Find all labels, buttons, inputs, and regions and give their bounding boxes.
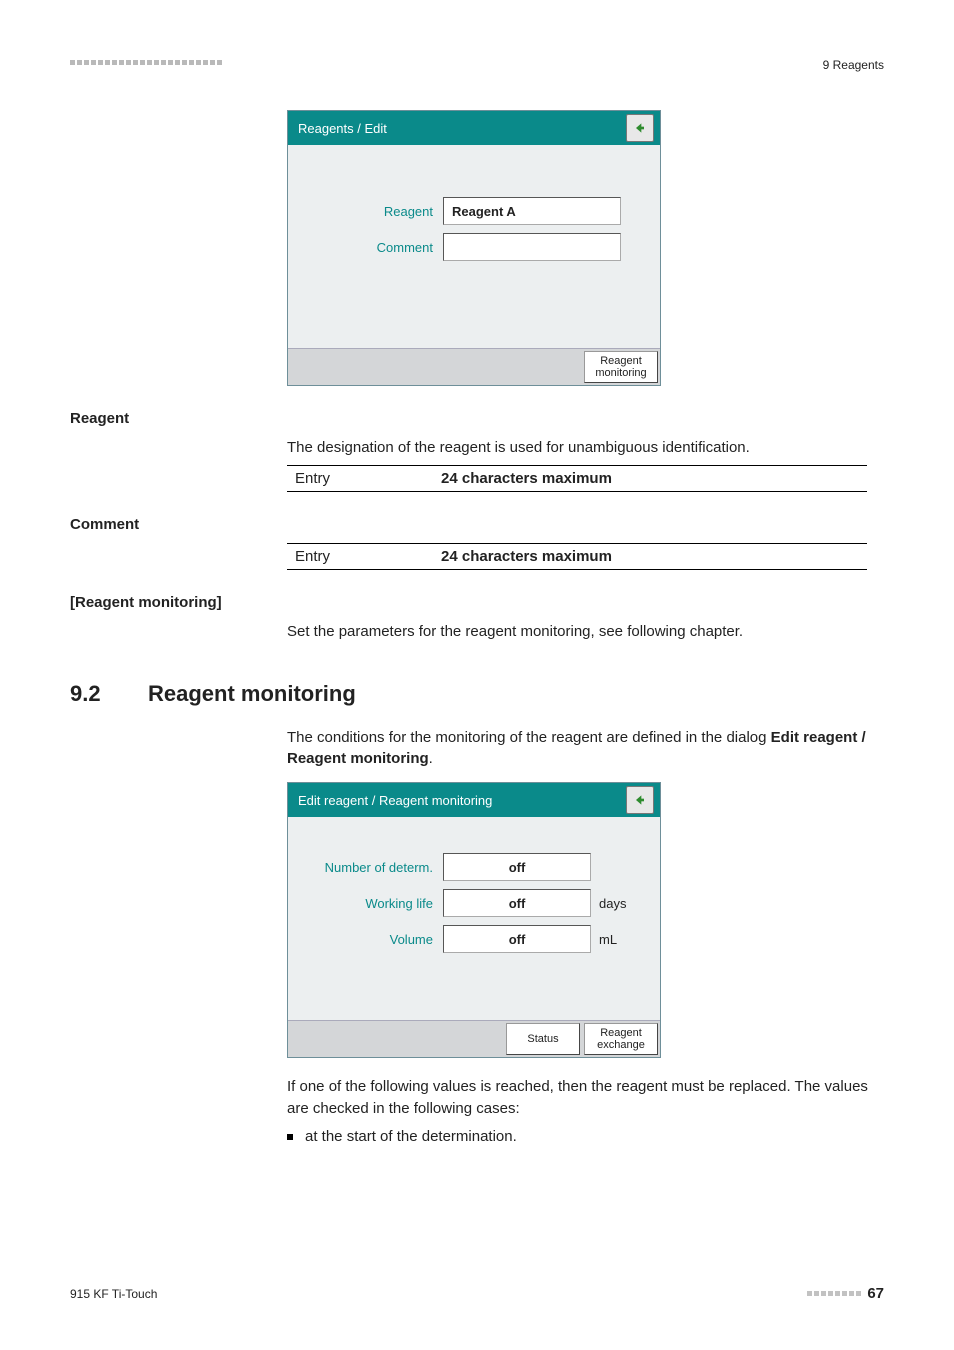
bullet-list: at the start of the determination. [287,1126,884,1149]
section-9-2-end: . [429,750,433,767]
comment-field-label: Comment [298,240,443,255]
entry-value: 24 characters maximum [433,465,867,491]
reagent-heading: Reagent [70,410,884,427]
dialog2-titlebar: Edit reagent / Reagent monitoring [288,783,660,817]
comment-heading: Comment [70,516,884,533]
list-item: at the start of the determination. [287,1126,884,1149]
reagent-field-value: Reagent A [452,204,516,219]
entry-label-2: Entry [287,543,433,569]
running-header: 9 Reagents [823,58,884,72]
reagent-monitoring-description: Set the parameters for the reagent monit… [287,621,884,643]
volume-unit: mL [599,932,617,947]
back-arrow-icon [632,792,648,808]
reagent-monitoring-button[interactable]: Reagent monitoring [584,351,658,383]
working-life-label: Working life [298,896,443,911]
dialog2-body: Number of determ. off Working life off d… [288,817,660,1020]
working-life-value: off [509,896,526,911]
status-button-label: Status [527,1033,558,1045]
section-number: 9.2 [70,681,148,707]
comment-field[interactable] [443,233,621,261]
footer-left: 915 KF Ti-Touch [70,1287,157,1301]
number-determ-field[interactable]: off [443,853,591,881]
after-dialog-para: If one of the following values is reache… [287,1076,884,1120]
section-9-2-para: The conditions for the monitoring of the… [287,727,884,771]
section-title: Reagent monitoring [148,681,356,706]
working-life-unit: days [599,896,626,911]
dialog-titlebar: Reagents / Edit [288,111,660,145]
section-9-2-heading: 9.2Reagent monitoring [70,681,884,707]
volume-value: off [509,932,526,947]
dialog-title: Reagents / Edit [298,121,387,136]
entry-value-2: 24 characters maximum [433,543,867,569]
reagent-exchange-button-label: Reagent exchange [585,1027,657,1051]
number-determ-label: Number of determ. [298,860,443,875]
entry-label: Entry [287,465,433,491]
number-determ-value: off [509,860,526,875]
reagent-entry-table: Entry24 characters maximum [287,465,867,492]
reagent-description: The designation of the reagent is used f… [287,437,884,459]
reagent-exchange-button[interactable]: Reagent exchange [584,1023,658,1055]
section-9-2-text: The conditions for the monitoring of the… [287,729,771,746]
dialog-body: Reagent Reagent A Comment [288,145,660,348]
volume-field[interactable]: off [443,925,591,953]
back-arrow-icon [632,120,648,136]
dialog-footer: Reagent monitoring [288,348,660,385]
reagent-field-label: Reagent [298,204,443,219]
back-button-2[interactable] [626,786,654,814]
reagents-edit-dialog: Reagents / Edit Reagent Reagent A Commen… [287,110,661,386]
dialog2-footer: Status Reagent exchange [288,1020,660,1057]
reagent-monitoring-button-label: Reagent monitoring [585,355,657,379]
dialog2-title: Edit reagent / Reagent monitoring [298,793,492,808]
back-button[interactable] [626,114,654,142]
volume-label: Volume [298,932,443,947]
bullet-text: at the start of the determination. [305,1126,517,1149]
header-decor [70,60,222,65]
reagent-field[interactable]: Reagent A [443,197,621,225]
working-life-field[interactable]: off [443,889,591,917]
footer-decor [807,1291,861,1296]
status-button[interactable]: Status [506,1023,580,1055]
comment-entry-table: Entry24 characters maximum [287,543,867,570]
reagent-monitoring-dialog: Edit reagent / Reagent monitoring Number… [287,782,661,1058]
bullet-icon [287,1134,293,1140]
page-footer: 915 KF Ti-Touch 67 [70,1285,884,1302]
page-number: 67 [867,1285,884,1302]
reagent-monitoring-heading: [Reagent monitoring] [70,594,884,611]
